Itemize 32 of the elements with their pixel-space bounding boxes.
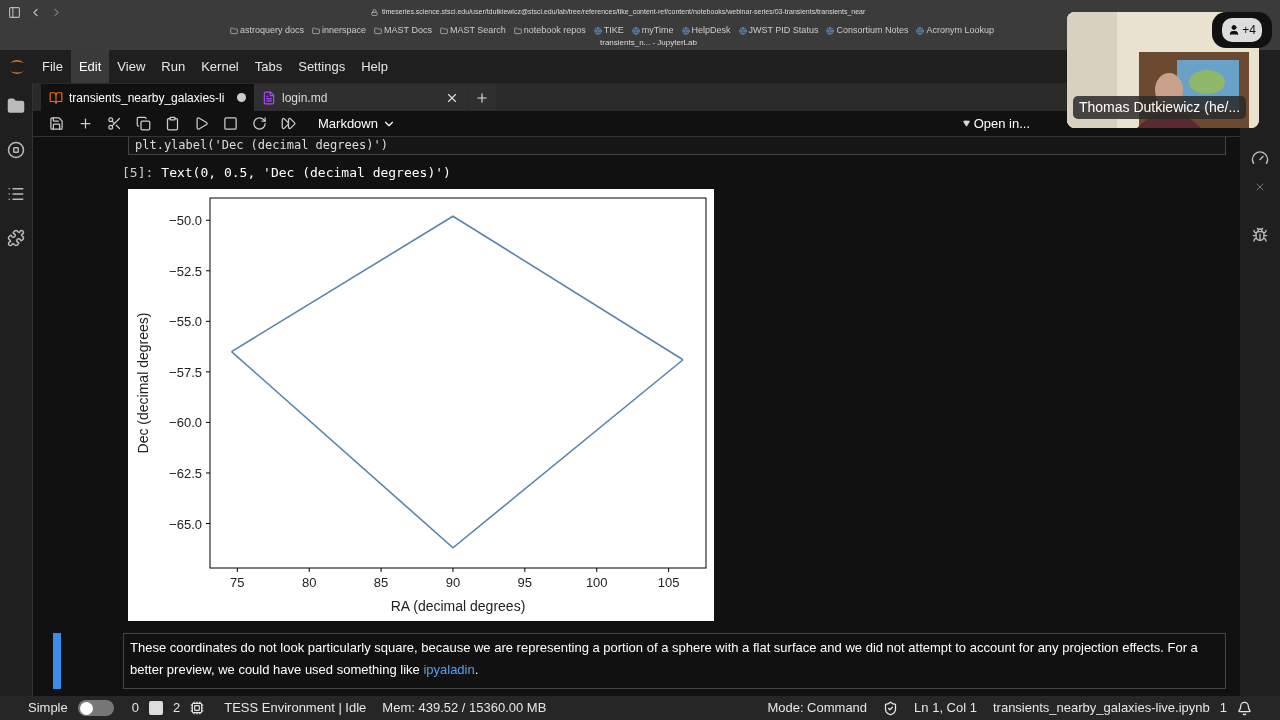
notification-count: 1 xyxy=(1219,699,1227,718)
y-tick-label: −62.5 xyxy=(169,465,202,481)
y-axis-label: Dec (decimal degrees) xyxy=(135,312,151,453)
y-tick-label: −57.5 xyxy=(169,364,202,380)
x-tick-label: 105 xyxy=(657,574,680,590)
x-tick-label: 95 xyxy=(517,574,533,590)
tab-label: login.md xyxy=(282,89,329,107)
kernel-count: 2 xyxy=(173,699,181,718)
participant-name: Thomas Dutkiewicz (he/... xyxy=(1073,96,1247,119)
x-tick-label: 90 xyxy=(445,574,461,590)
simple-label: Simple xyxy=(28,699,68,718)
y-tick-label: −55.0 xyxy=(169,313,202,329)
cursor-position: Ln 1, Col 1 xyxy=(914,699,977,718)
y-tick-label: −52.5 xyxy=(169,263,202,279)
y-tick-label: −50.0 xyxy=(169,212,202,228)
file-name: transients_nearby_galaxies-live.ipynb xyxy=(992,699,1210,718)
x-axis-label: RA (decimal degrees) xyxy=(390,597,526,614)
x-tick-label: 85 xyxy=(373,574,389,590)
mode-status: Mode: Command xyxy=(767,699,868,718)
x-tick-label: 80 xyxy=(301,574,317,590)
markdown-paragraph: These coordinates do not look particularly square, because we are representing a portion of a sphere with a flat surface and we did not attempt to account for any projection effects. For a better preview, we could have used something like ipyaladin. xyxy=(123,632,1226,689)
participant-count: +4 xyxy=(1242,22,1256,39)
terminal-count: 0 xyxy=(131,699,139,718)
kernel-status: TESS Environment | Idle xyxy=(224,699,367,718)
x-tick-label: 75 xyxy=(230,574,245,590)
x-tick-label: 100 xyxy=(585,574,608,590)
y-tick-label: −60.0 xyxy=(169,414,202,430)
output-prompt: [5]: xyxy=(122,164,154,182)
output-text: Text(0, 0.5, 'Dec (decimal degrees)') xyxy=(161,164,451,182)
memory-usage: Mem: 439.52 / 15360.00 MB xyxy=(382,699,547,718)
y-tick-label: −65.0 xyxy=(169,516,202,531)
tab-label: transients_nearby_galaxies-li xyxy=(69,89,226,107)
